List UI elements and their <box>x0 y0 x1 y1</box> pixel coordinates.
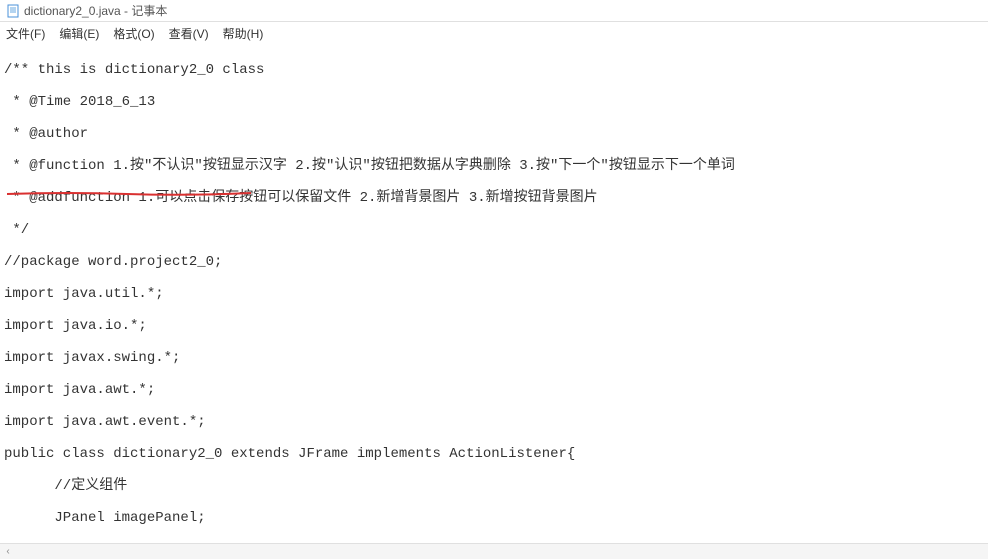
code-line: JPanel imagePanel; <box>4 510 984 526</box>
code-line: //package word.project2_0; <box>4 254 984 270</box>
code-line: import javax.swing.*; <box>4 350 984 366</box>
menu-edit[interactable]: 编辑(E) <box>59 25 99 42</box>
menu-view[interactable]: 查看(V) <box>169 25 209 42</box>
notepad-icon <box>6 4 20 18</box>
code-line: //定义组件 <box>4 478 984 494</box>
code-line: import java.awt.*; <box>4 382 984 398</box>
code-line: * @function 1.按"不认识"按钮显示汉字 2.按"认识"按钮把数据从… <box>4 158 984 174</box>
menu-file[interactable]: 文件(F) <box>6 25 45 42</box>
horizontal-scrollbar[interactable]: ‹ <box>0 543 988 559</box>
code-line: * @author <box>4 126 984 142</box>
menu-help[interactable]: 帮助(H) <box>223 25 264 42</box>
window-title: dictionary2_0.java - 记事本 <box>24 2 167 19</box>
menu-format[interactable]: 格式(O) <box>113 25 154 42</box>
code-line: /** this is dictionary2_0 class <box>4 62 984 78</box>
titlebar: dictionary2_0.java - 记事本 <box>0 0 988 22</box>
code-line: import java.io.*; <box>4 318 984 334</box>
code-line: import java.awt.event.*; <box>4 414 984 430</box>
code-line: * @Time 2018_6_13 <box>4 94 984 110</box>
code-line: * @addfunction 1.可以点击保存按钮可以保留文件 2.新增背景图片… <box>4 190 984 206</box>
code-line: public class dictionary2_0 extends JFram… <box>4 446 984 462</box>
code-line: import java.util.*; <box>4 286 984 302</box>
text-editor-area[interactable]: /** this is dictionary2_0 class * @Time … <box>0 44 988 542</box>
code-line: */ <box>4 222 984 238</box>
menubar: 文件(F) 编辑(E) 格式(O) 查看(V) 帮助(H) <box>0 22 988 44</box>
scroll-left-arrow-icon[interactable]: ‹ <box>0 545 16 559</box>
